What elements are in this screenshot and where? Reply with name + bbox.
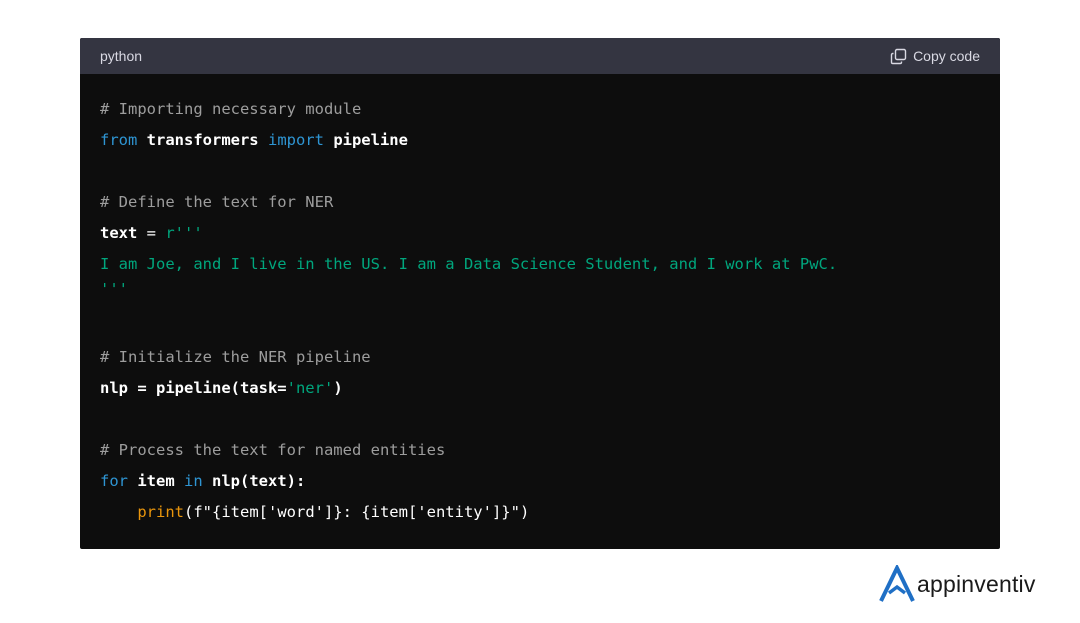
code-line: # Define the text for NER xyxy=(100,187,1000,218)
code-line: ''' xyxy=(100,280,1000,304)
code-header: python Copy code xyxy=(80,38,1000,74)
code-string: 'ner' xyxy=(286,379,334,397)
code-comment: # Process the text for named entities xyxy=(100,441,446,459)
code-comment: # Define the text for NER xyxy=(100,193,334,211)
code-string: ''' xyxy=(100,280,128,298)
appinventiv-a-icon xyxy=(879,565,915,603)
language-label: python xyxy=(100,48,143,64)
code-identifier: text xyxy=(100,224,138,242)
code-keyword: in xyxy=(184,472,203,490)
copy-icon xyxy=(890,48,907,65)
code-line: from transformers import pipeline xyxy=(100,125,1000,156)
code-operator: = xyxy=(137,224,166,242)
code-builtin: print xyxy=(137,503,184,521)
code-keyword: from xyxy=(100,131,138,149)
copy-code-label: Copy code xyxy=(913,48,980,64)
code-comment: # Initialize the NER pipeline xyxy=(100,348,371,366)
code-block: python Copy code # Importing necessary m… xyxy=(80,38,1000,549)
appinventiv-logo: appinventiv xyxy=(879,565,1036,603)
code-line: text = r''' xyxy=(100,218,1000,249)
code-line: for item in nlp(text): xyxy=(100,466,1000,497)
code-identifier: transformers xyxy=(137,131,268,149)
code-line: # Importing necessary module xyxy=(100,94,1000,125)
code-identifier: nlp(text): xyxy=(202,472,306,490)
code-line: I am Joe, and I live in the US. I am a D… xyxy=(100,249,1000,280)
code-line: nlp = pipeline(task='ner') xyxy=(100,373,1000,404)
code-identifier: ) xyxy=(333,379,343,397)
code-identifier: pipeline xyxy=(323,131,408,149)
code-string: r''' xyxy=(165,224,203,242)
code-string: I am Joe, and I live in the US. I am a D… xyxy=(100,255,838,273)
code-comment: # Importing necessary module xyxy=(100,100,362,118)
code-keyword: import xyxy=(267,131,324,149)
code-line: # Process the text for named entities xyxy=(100,435,1000,466)
code-identifier: nlp = pipeline(task= xyxy=(100,379,287,397)
code-identifier: item xyxy=(128,472,184,490)
brand-name: appinventiv xyxy=(917,570,1036,597)
code-line: print(f"{item['word']}: {item['entity']}… xyxy=(100,497,1000,528)
code-keyword: for xyxy=(100,472,128,490)
copy-code-button[interactable]: Copy code xyxy=(890,48,980,65)
code-text: (f"{item['word']}: {item['entity']}") xyxy=(184,503,530,521)
code-line: # Initialize the NER pipeline xyxy=(100,342,1000,373)
code-body[interactable]: # Importing necessary module from transf… xyxy=(80,74,1000,528)
